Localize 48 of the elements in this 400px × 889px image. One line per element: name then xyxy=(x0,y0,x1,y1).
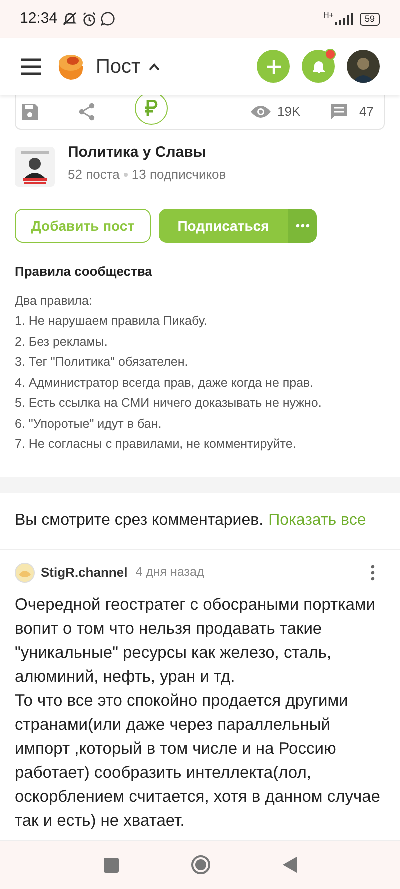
show-all-link[interactable]: Показать все xyxy=(268,508,366,532)
mute-icon xyxy=(62,11,78,27)
comment-paragraph: Очередной геостратег с обосраными портками вопит о том что нельзя продавать такие "уникальные" ресурсы как железо, сталь, алюминий, нефть, уран и тд. xyxy=(15,594,376,688)
subscribe-button[interactable]: Подписаться xyxy=(159,209,288,243)
menu-icon[interactable] xyxy=(20,58,42,76)
comments-count: 47 xyxy=(360,103,374,122)
user-avatar[interactable] xyxy=(347,50,380,83)
recent-apps-icon[interactable] xyxy=(104,858,118,872)
notifications-button[interactable] xyxy=(302,50,335,83)
rule-line: 1. Не нарушаем правила Пикабу. xyxy=(15,313,208,330)
donate-button[interactable] xyxy=(135,95,168,124)
rule-line: 5. Есть ссылка на СМИ ничего доказывать не нужно. xyxy=(15,395,323,412)
more-button[interactable] xyxy=(288,209,317,243)
chat-icon xyxy=(100,12,115,26)
back-icon[interactable] xyxy=(282,857,296,873)
ruble-icon xyxy=(145,100,158,116)
clock: 12:34 xyxy=(20,8,58,29)
rules-heading: Правила сообщества xyxy=(15,263,154,281)
rule-line: 7. Не согласны с правилами, не комментируйте. xyxy=(15,436,298,453)
network-label: H+ xyxy=(324,12,334,20)
alarm-icon xyxy=(82,12,97,26)
rule-line: 4. Администратор всегда прав, даже когда не прав. xyxy=(15,374,315,392)
subscribers-count: 13 подписчиков xyxy=(132,166,226,184)
save-icon[interactable] xyxy=(21,103,39,121)
notice-text: Вы смотрите срез комментариев. xyxy=(15,510,264,530)
comment-paragraph: То что все это спокойно продается другими странами(или даже через параллельный импорт ,который в том числе и на Россию работает) сообразить интеллекта(лол, оскорблением считается, хотя в данном случае так и есть) не хватает. xyxy=(15,690,382,832)
views-count: 19K xyxy=(278,103,302,122)
plus-icon xyxy=(266,60,280,74)
chevron-up-icon[interactable] xyxy=(148,62,160,70)
rule-line: Два правила: xyxy=(15,292,94,310)
bell-icon xyxy=(312,60,324,74)
comment-icon[interactable] xyxy=(330,103,348,121)
battery-indicator: 59 xyxy=(360,12,380,26)
more-vertical-icon[interactable] xyxy=(371,564,375,580)
signal-icon xyxy=(334,13,354,25)
more-horizontal-icon xyxy=(296,224,310,228)
comment-time: 4 дня назад xyxy=(136,564,204,582)
home-icon[interactable] xyxy=(190,855,210,875)
comment-author[interactable]: StigR.channel xyxy=(41,562,128,582)
community-name[interactable]: Политика у Славы xyxy=(68,143,226,163)
rule-line: 2. Без рекламы. xyxy=(15,334,109,351)
posts-count: 52 поста xyxy=(68,166,120,184)
page-title: Пост xyxy=(96,54,141,80)
add-post-button[interactable]: Добавить пост xyxy=(15,209,151,243)
rule-line: 6. "Упоротые" идут в бан. xyxy=(15,416,163,433)
share-icon[interactable] xyxy=(79,103,95,121)
rule-line: 3. Тег "Политика" обязателен. xyxy=(15,354,190,371)
eye-icon xyxy=(250,105,272,119)
